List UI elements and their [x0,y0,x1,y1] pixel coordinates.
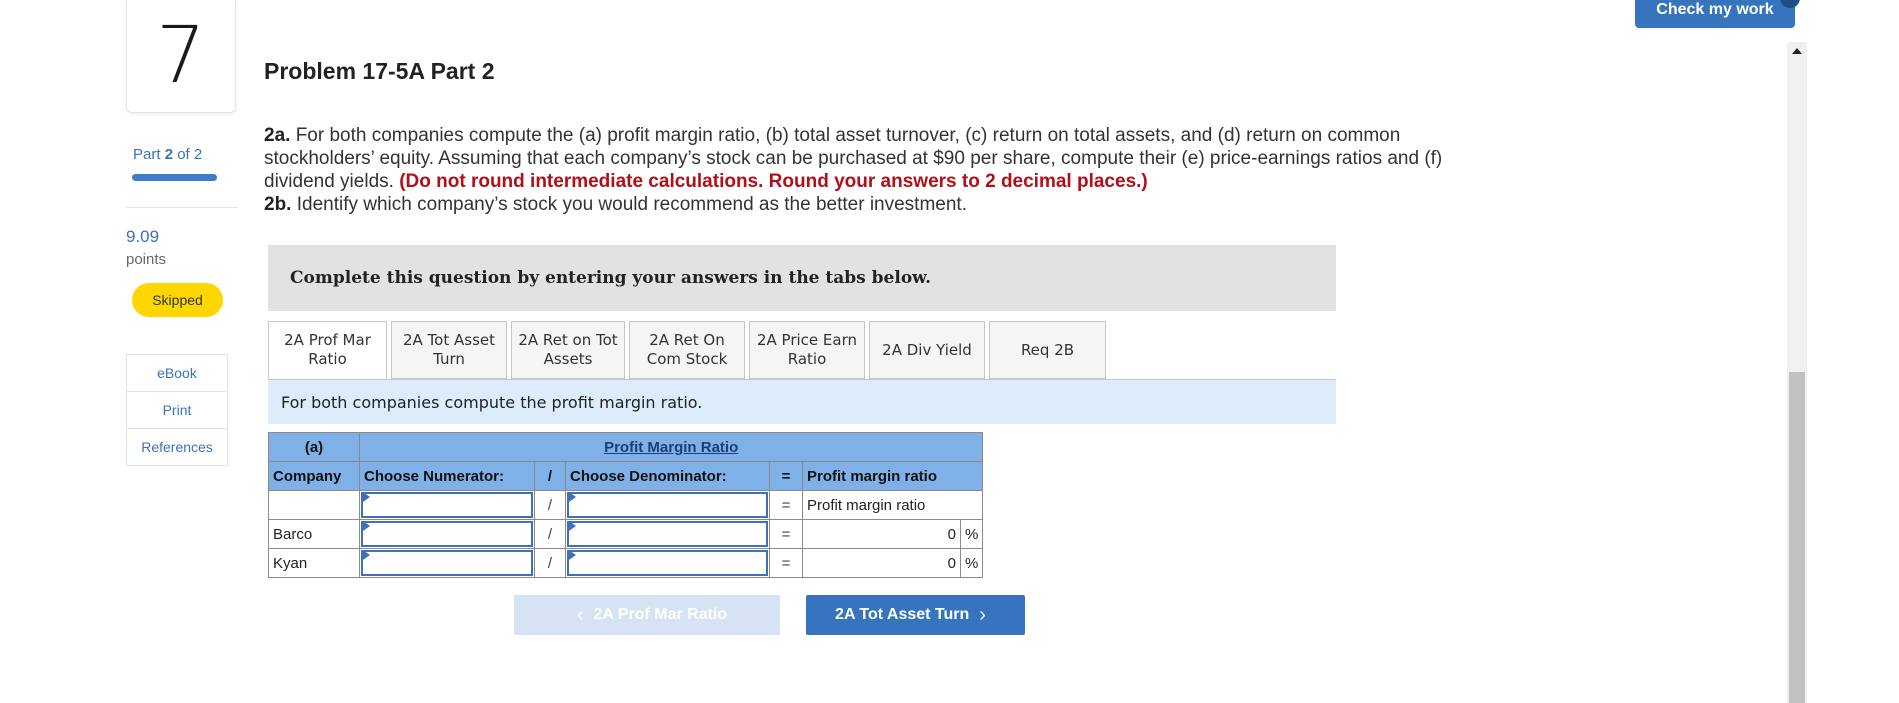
divide-sign: / [534,490,566,520]
tab-label-line1: 2A Ret on Tot [518,331,618,349]
result-value: 0 [802,519,961,549]
formula-row: / = Profit margin ratio [268,490,984,520]
points-label: points [126,251,167,268]
next-tab-button[interactable]: 2A Tot Asset Turn › [806,595,1025,635]
prev-tab-button[interactable]: ‹ 2A Prof Mar Ratio [514,595,780,635]
col-company: Company [268,461,360,491]
tab-label-line1: 2A Ret On [649,331,725,349]
instruction-2b-text: Identify which company’s stock you would… [291,194,967,215]
instruction-2b-label: 2b. [264,194,292,215]
denominator-field[interactable] [567,521,768,547]
denominator-field[interactable] [567,550,768,576]
tab-label-line2: Turn [433,350,465,368]
percent-unit: % [959,519,984,549]
tab-label: 2A Prof Mar Ratio [284,331,371,369]
tab-label-line2: Ratio [308,350,347,368]
part-progress-bar [132,174,217,181]
tab-label-line1: 2A Tot Asset [402,331,495,349]
numerator-select[interactable] [359,490,535,520]
equals-sign: = [769,490,803,520]
equals-sign: = [769,519,803,549]
tab-label-line2: Com Stock [646,350,728,368]
tab-req-2b[interactable]: Req 2B [989,321,1106,379]
barco-numerator-input[interactable] [359,519,535,549]
prev-tab-label: 2A Prof Mar Ratio [593,606,728,623]
part-suffix: of 2 [177,146,203,163]
chevron-left-icon: ‹ [576,603,584,626]
kyan-numerator-input[interactable] [359,548,535,578]
resource-links: eBook Print References [126,354,228,466]
tab-label: 2A Tot Asset Turn [403,331,495,369]
tab-label-line1: 2A Price Earn [756,331,857,349]
numerator-dropdown[interactable] [361,492,533,518]
tabs-banner: Complete this question by entering your … [268,245,1336,311]
tab-label: 2A Ret On Com Stock [647,331,728,369]
tab-2a-price-earn-ratio[interactable]: 2A Price Earn Ratio [749,321,865,379]
tab-label-line2: Ratio [787,350,827,368]
tab-2a-ret-on-tot-assets[interactable]: 2A Ret on Tot Assets [511,321,625,379]
result-value: 0 [802,548,961,578]
tab-2a-tot-asset-turn[interactable]: 2A Tot Asset Turn [391,321,507,379]
next-tab-label: 2A Tot Asset Turn [835,606,970,623]
tab-2a-prof-mar-ratio[interactable]: 2A Prof Mar Ratio [268,321,387,379]
denominator-select[interactable] [565,490,770,520]
company-name: Barco [268,519,360,549]
tab-label-line2: Assets [543,350,593,368]
section-title-text: Profit Margin Ratio [604,438,739,456]
ebook-link[interactable]: eBook [126,354,228,392]
scrollbar-thumb[interactable] [1789,372,1805,703]
formula-company-cell [268,490,360,520]
question-number: 7 [126,0,236,113]
denominator-dropdown[interactable] [567,492,768,518]
scroll-up-arrow-icon[interactable] [1792,48,1802,54]
divide-sign: / [534,519,566,549]
tab-label: Req 2B [1020,340,1075,359]
divide-sign: / [534,461,566,491]
tab-label-line1: 2A Prof Mar [284,331,371,349]
kyan-denominator-input[interactable] [565,548,770,578]
check-my-work-button[interactable]: Check my work [1635,0,1795,28]
percent-unit: % [959,548,984,578]
tab-2a-div-yield[interactable]: 2A Div Yield [869,321,985,379]
tab-label: 2A Price Earn Ratio [757,331,857,369]
chevron-right-icon: › [979,603,986,626]
references-link[interactable]: References [126,429,228,466]
tab-description: For both companies compute the profit ma… [268,380,1336,424]
tab-2a-ret-on-com-stock[interactable]: 2A Ret On Com Stock [629,321,745,379]
tab-label: 2A Div Yield [882,340,972,359]
part-indicator: Part 2 of 2 [133,146,202,163]
part-current: 2 [164,146,174,163]
section-title: Profit Margin Ratio [358,432,984,462]
tab-label: 2A Ret on Tot Assets [518,331,617,369]
table-column-header-row: Company Choose Numerator: / Choose Denom… [268,461,984,491]
barco-denominator-input[interactable] [565,519,770,549]
divide-sign: / [534,548,566,578]
formula-result-label: Profit margin ratio [801,490,984,520]
profit-margin-table: (a) Profit Margin Ratio Company Choose N… [268,432,984,578]
numerator-field[interactable] [361,550,533,576]
points-value: 9.09 [126,227,160,246]
table-row: Kyan / = 0 % [268,548,984,578]
part-prefix: Part [133,146,161,163]
table-header-row: (a) Profit Margin Ratio [268,432,984,462]
col-numerator: Choose Numerator: [359,461,535,491]
equals-sign: = [769,461,803,491]
col-denominator: Choose Denominator: [565,461,770,491]
status-badge: Skipped [132,283,223,317]
part-label: (a) [268,432,360,462]
col-result: Profit margin ratio [801,461,984,491]
table-row: Barco / = 0 % [268,519,984,549]
company-name: Kyan [268,548,360,578]
instructions: 2a. For both companies compute the (a) p… [264,124,1484,216]
instruction-2a-label: 2a. [264,125,291,146]
page-title: Problem 17-5A Part 2 [264,58,495,84]
rail-divider [126,207,238,208]
numerator-field[interactable] [361,521,533,547]
answer-tabs: 2A Prof Mar Ratio 2A Tot Asset Turn 2A Ret… [268,321,1110,379]
print-link[interactable]: Print [126,392,228,429]
rounding-note: (Do not round intermediate calculations.… [399,171,1148,192]
equals-sign: = [769,548,803,578]
